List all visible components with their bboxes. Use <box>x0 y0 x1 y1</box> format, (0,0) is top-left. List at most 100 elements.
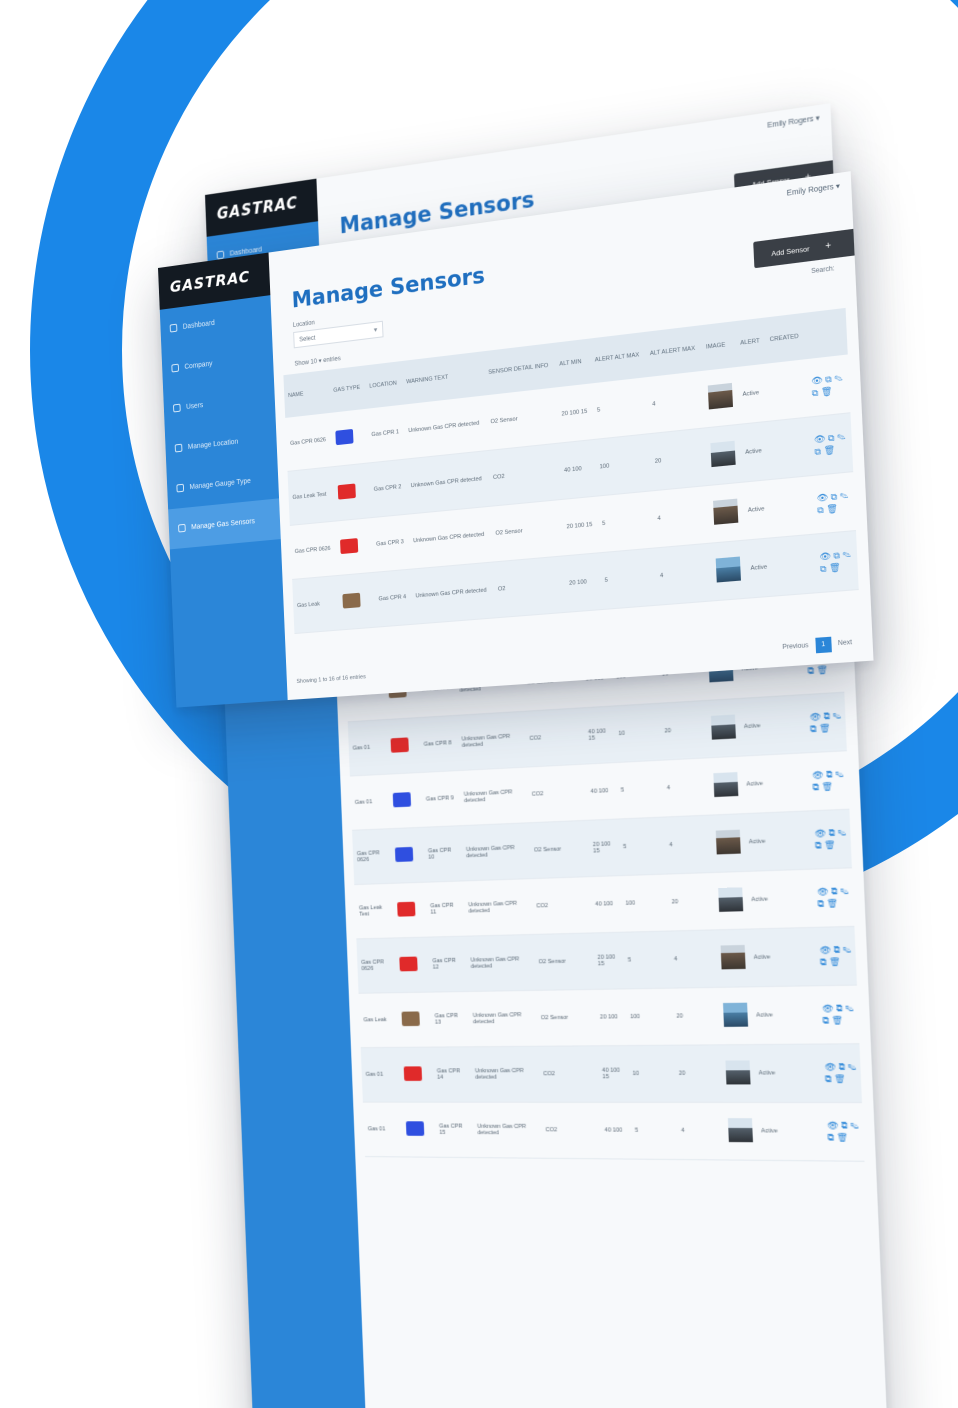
pager-next[interactable]: Next <box>838 640 852 648</box>
duplicate-icon[interactable]: ⧉ <box>812 388 821 399</box>
table-row[interactable]: Gas Leak Gas CPR 13 Unknown Gas CPR detect… <box>358 985 860 1048</box>
table-row[interactable]: Gas 01 Gas CPR 15 Unknown Gas CPR detected… <box>362 1102 865 1162</box>
cell-created <box>769 752 810 813</box>
edit-icon[interactable]: ✎ <box>840 491 849 502</box>
cell-name: Gas 01 <box>362 1102 404 1157</box>
sensor-image-thumbnail[interactable] <box>717 887 743 912</box>
view-icon[interactable]: 👁 <box>819 945 833 955</box>
sensor-image-thumbnail[interactable] <box>713 772 739 798</box>
cell-alert: Active <box>738 696 770 757</box>
edit-icon[interactable]: ✎ <box>847 1062 856 1072</box>
cell-name: Gas CPR 0626 <box>356 937 398 994</box>
table-row[interactable]: Gas 01 Gas CPR 14 Unknown Gas CPR detected… <box>360 1043 862 1103</box>
column-header[interactable]: ALT ALERT MAX <box>644 325 703 378</box>
copy-icon[interactable]: ⧉ <box>823 711 832 721</box>
column-header[interactable]: LOCATION <box>364 361 404 409</box>
delete-icon[interactable]: 🗑 <box>831 1016 843 1026</box>
view-icon[interactable]: 👁 <box>816 492 830 503</box>
delete-icon[interactable]: 🗑 <box>829 563 841 574</box>
perspective-wrapper: GASTRAC DashboardCompanyUsersManage Loca… <box>0 0 958 1408</box>
delete-icon[interactable]: 🗑 <box>824 840 836 850</box>
cell-alert-alt-max: 5 <box>615 760 664 820</box>
copy-icon[interactable]: ⧉ <box>831 886 840 897</box>
delete-icon[interactable]: 🗑 <box>829 957 841 967</box>
sensor-image-thumbnail[interactable] <box>722 1002 748 1027</box>
delete-icon[interactable]: 🗑 <box>836 1133 848 1143</box>
view-icon[interactable]: 👁 <box>827 1121 841 1131</box>
sensor-image-thumbnail[interactable] <box>710 440 736 468</box>
edit-icon[interactable]: ✎ <box>840 886 849 896</box>
view-icon[interactable]: 👁 <box>811 375 825 386</box>
column-header[interactable]: ALERT <box>734 317 767 367</box>
edit-icon[interactable]: ✎ <box>842 945 851 955</box>
pager-page[interactable]: 1 <box>814 636 832 654</box>
view-icon[interactable]: 👁 <box>812 770 826 780</box>
edit-icon[interactable]: ✎ <box>845 1003 854 1013</box>
user-menu[interactable]: Emily Rogers ▾ <box>767 114 820 130</box>
edit-icon[interactable]: ✎ <box>850 1121 859 1131</box>
delete-icon[interactable]: 🗑 <box>816 665 828 676</box>
column-header[interactable]: ALT MIN <box>554 338 592 388</box>
copy-icon[interactable]: ⧉ <box>826 770 835 780</box>
edit-icon[interactable]: ✎ <box>832 711 841 721</box>
sensor-image-thumbnail[interactable] <box>727 1118 753 1143</box>
cell-location: Gas CPR 2 <box>368 459 409 518</box>
user-menu[interactable]: Emily Rogers ▾ <box>787 182 841 198</box>
cell-alt-alert-max: 4 <box>675 1102 726 1160</box>
cell-warning: Unknown Gas CPR detected <box>467 990 538 1047</box>
edit-icon[interactable]: ✎ <box>835 769 844 779</box>
column-header[interactable]: SENSOR DETAIL INFO <box>483 342 557 396</box>
cell-alt-alert-max: 20 <box>666 872 716 932</box>
duplicate-icon[interactable]: ⧉ <box>820 563 829 574</box>
delete-icon[interactable]: 🗑 <box>821 782 833 792</box>
cell-alt-alert-max: 20 <box>649 427 708 491</box>
delete-icon[interactable]: 🗑 <box>834 1074 846 1084</box>
duplicate-icon[interactable]: ⧉ <box>814 446 823 457</box>
column-header[interactable]: IMAGE <box>700 321 737 371</box>
view-icon[interactable]: 👁 <box>809 712 823 723</box>
copy-icon[interactable]: ⧉ <box>833 945 842 955</box>
delete-icon[interactable]: 🗑 <box>823 445 835 456</box>
sensor-image-thumbnail[interactable] <box>715 556 741 583</box>
column-header[interactable]: ALERT ALT MAX <box>589 331 647 384</box>
sensor-image-thumbnail[interactable] <box>720 944 746 970</box>
view-icon[interactable]: 👁 <box>817 887 831 897</box>
delete-icon[interactable]: 🗑 <box>821 386 833 397</box>
table-row[interactable]: Gas CPR 0626 Gas CPR 12 Unknown Gas CPR de… <box>356 926 857 994</box>
sensor-image-thumbnail[interactable] <box>710 714 736 740</box>
cell-name: Gas Leak <box>358 992 400 1048</box>
sensor-image-thumbnail[interactable] <box>725 1060 751 1085</box>
gas-type-chip <box>397 901 416 917</box>
pager-previous[interactable]: Previous <box>782 643 809 651</box>
edit-icon[interactable]: ✎ <box>842 549 851 560</box>
column-header[interactable]: GAS TYPE <box>328 365 367 413</box>
edit-icon[interactable]: ✎ <box>834 373 843 384</box>
copy-icon[interactable]: ⧉ <box>836 1004 845 1014</box>
delete-icon[interactable]: 🗑 <box>819 723 831 734</box>
cell-location: Gas CPR 4 <box>373 569 413 628</box>
delete-icon[interactable]: 🗑 <box>826 504 838 515</box>
cell-info: CO2 <box>524 707 586 768</box>
column-header[interactable]: NAME <box>283 369 331 418</box>
duplicate-icon[interactable]: ⧉ <box>817 505 826 516</box>
edit-icon[interactable]: ✎ <box>837 828 846 838</box>
view-icon[interactable]: 👁 <box>822 1004 836 1014</box>
view-icon[interactable]: 👁 <box>814 433 828 445</box>
copy-icon[interactable]: ⧉ <box>838 1062 847 1072</box>
copy-icon[interactable]: ⧉ <box>841 1121 850 1131</box>
view-icon[interactable]: 👁 <box>814 828 828 838</box>
edit-icon[interactable]: ✎ <box>837 432 846 443</box>
view-icon[interactable]: 👁 <box>819 551 834 562</box>
cell-image <box>715 929 751 988</box>
sensor-image-thumbnail[interactable] <box>712 498 739 525</box>
cell-location: Gas CPR 3 <box>371 514 411 573</box>
sensor-image-thumbnail[interactable] <box>707 382 733 410</box>
copy-icon[interactable]: ⧉ <box>828 828 837 838</box>
cell-warning: Unknown Gas CPR detected <box>408 506 493 570</box>
cell-created <box>773 869 815 929</box>
view-icon[interactable]: 👁 <box>824 1062 838 1072</box>
column-header[interactable]: CREATED <box>764 312 806 364</box>
delete-icon[interactable]: 🗑 <box>826 899 838 909</box>
sensor-image-thumbnail[interactable] <box>715 829 741 855</box>
cell-alt-min: 20 100 15 <box>561 496 600 556</box>
